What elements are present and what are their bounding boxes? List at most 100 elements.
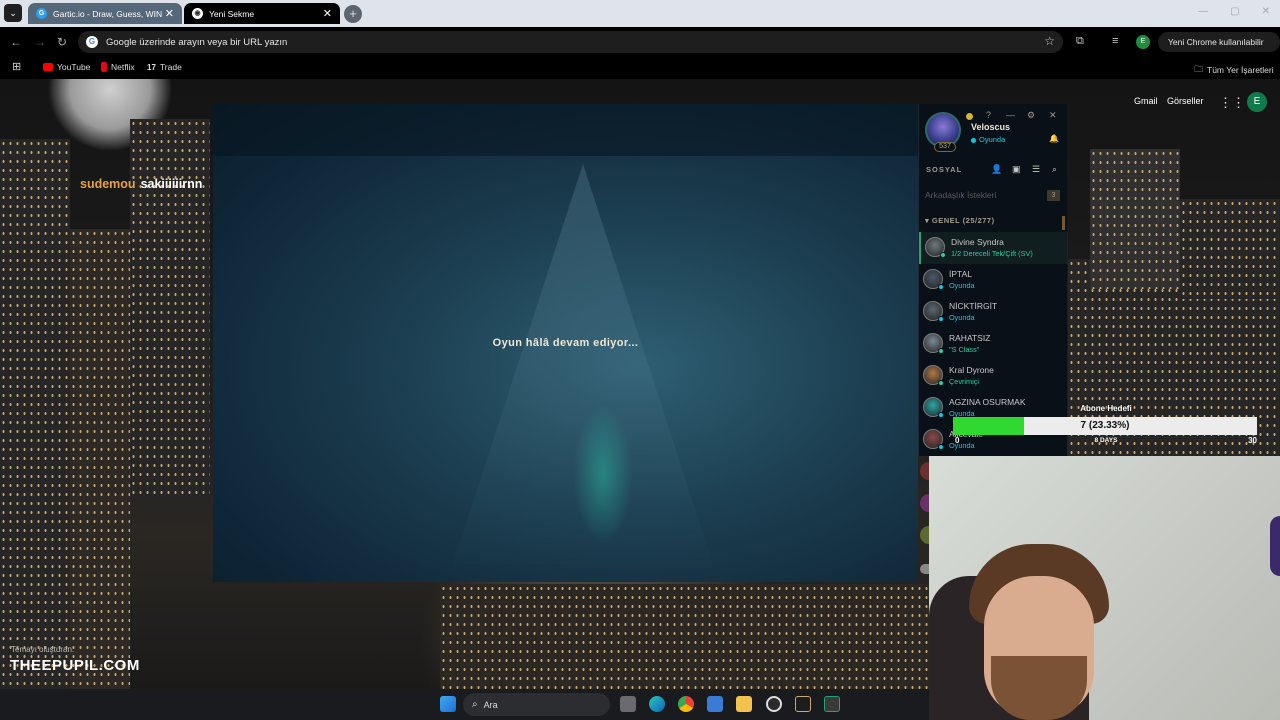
friend-row[interactable]: Divine Syndra 1/2 Dereceli Tek/Çift (SV) <box>919 232 1068 264</box>
friend-status-dot-icon <box>938 316 944 322</box>
friend-status: 1/2 Dereceli Tek/Çift (SV) <box>951 249 1033 258</box>
friend-status-dot-icon <box>938 412 944 418</box>
friend-row[interactable]: NİCKTİRGİT Oyunda <box>919 296 1068 328</box>
tab-new-tab[interactable]: ◉ Yeni Sekme ✕ <box>184 3 340 24</box>
maximize-icon[interactable]: ▢ <box>1230 6 1239 17</box>
summoner-name: Veloscus <box>971 122 1011 132</box>
address-bar[interactable]: G Google üzerinde arayın veya bir URL ya… <box>78 31 1063 53</box>
building <box>1090 149 1180 289</box>
extensions-icon[interactable]: ⧉ <box>1076 35 1084 48</box>
search-icon: ⌕ <box>472 699 478 710</box>
friend-name: RAHATSIZ <box>949 333 991 343</box>
friend-name: NİCKTİRGİT <box>949 301 998 311</box>
add-friend-icon[interactable]: 👤 <box>991 164 1002 175</box>
all-bookmarks[interactable]: 🗀 Tüm Yer İşaretleri <box>1194 62 1274 78</box>
update-chrome-label: Yeni Chrome kullanılabilir <box>1168 37 1264 47</box>
friend-status: Çevrimiçi <box>949 377 979 386</box>
stream-chat-message: sudemou sakiiiiiirnn <box>80 177 202 191</box>
scrollbar[interactable] <box>1062 216 1065 230</box>
tab-title: Yeni Sekme <box>209 8 255 19</box>
reload-icon[interactable]: ↻ <box>57 35 67 49</box>
friend-status: "S Class" <box>949 345 980 354</box>
close-window-icon[interactable]: ✕ <box>1262 6 1270 17</box>
tab-strip: ⌄ G Gartic.io - Draw, Guess, WIN ✕ ◉ Yen… <box>0 0 1280 27</box>
bookmark-star-icon[interactable]: ☆ <box>1044 34 1055 48</box>
add-folder-icon[interactable]: ▣ <box>1012 164 1021 175</box>
list-view-icon[interactable]: ☰ <box>1032 164 1040 175</box>
game-in-progress-text: Oyun hâlâ devam ediyor... <box>492 337 639 349</box>
bookmark-label: Trade <box>159 62 182 72</box>
obs-icon[interactable] <box>766 696 782 712</box>
building <box>0 139 70 689</box>
goal-days-label: 8 DAYS <box>1094 437 1118 444</box>
folder-icon: 🗀 <box>1194 64 1204 74</box>
gmail-link[interactable]: Gmail <box>1134 96 1158 106</box>
friend-name: Divine Syndra <box>951 237 1004 247</box>
edge-icon[interactable] <box>649 696 665 712</box>
subscriber-goal-widget: Abone Hedefi 7 (23.33%) 0 8 DAYS 30 <box>953 404 1259 448</box>
back-icon[interactable]: ← <box>10 35 22 49</box>
building <box>70 229 130 689</box>
theme-credit-label: Temayı oluşturan: <box>11 645 75 654</box>
bookmark-trade[interactable]: 17 Trade <box>147 62 182 72</box>
friend-row[interactable]: Kral Dyrone Çevrimiçi <box>919 360 1068 392</box>
gartic-favicon-icon: G <box>36 8 47 19</box>
league-icon[interactable] <box>795 696 811 712</box>
bell-icon[interactable]: 🔔 <box>1049 134 1059 143</box>
notification-dot-icon <box>966 113 973 120</box>
all-bookmarks-label: Tüm Yer İşaretleri <box>1207 65 1274 75</box>
profile-avatar[interactable]: E <box>1136 35 1150 49</box>
tab-title: Gartic.io - Draw, Guess, WIN <box>53 8 163 19</box>
taskbar-search[interactable]: ⌕ Ara <box>463 693 610 716</box>
help-icon[interactable]: ? <box>986 110 991 120</box>
media-icon[interactable]: ≡ <box>1112 35 1118 47</box>
riot-client-icon[interactable] <box>824 696 840 712</box>
bookmark-youtube[interactable]: YouTube <box>43 62 90 72</box>
game-client-window: Oyun hâlâ devam ediyor... <box>213 104 918 582</box>
summoner-level: 537 <box>934 142 956 152</box>
search-icon[interactable]: ⌕ <box>1052 164 1057 175</box>
youtube-icon <box>43 63 53 71</box>
taskbar-search-label: Ara <box>483 699 498 710</box>
building <box>130 119 210 499</box>
windows-start-icon[interactable] <box>440 696 456 712</box>
settings-gear-icon[interactable]: ⚙ <box>1027 110 1035 121</box>
close-client-icon[interactable]: ✕ <box>1049 110 1057 121</box>
forward-icon[interactable]: → <box>34 35 46 49</box>
friend-requests-label[interactable]: Arkadaşlık İstekleri <box>925 190 996 200</box>
apps-grid-icon[interactable]: ⊞ <box>12 60 21 73</box>
google-apps-icon[interactable]: ⋮⋮ <box>1219 95 1245 111</box>
friend-status-dot-icon <box>938 348 944 354</box>
file-explorer-icon[interactable] <box>736 696 752 712</box>
close-tab-icon[interactable]: ✕ <box>323 7 332 20</box>
chrome-icon[interactable] <box>678 696 694 712</box>
friend-status-dot-icon <box>938 284 944 290</box>
background-glow <box>573 404 633 544</box>
mail-icon[interactable] <box>707 696 723 712</box>
friend-status-dot-icon <box>938 444 944 450</box>
window-controls: — ▢ ✕ <box>1198 6 1270 17</box>
theme-credit-name[interactable]: THEEPUPIL.COM <box>10 657 140 674</box>
building <box>440 584 930 689</box>
bookmark-netflix[interactable]: Netflix <box>101 62 135 72</box>
chat-username: sudemou <box>80 177 136 191</box>
friend-group-header[interactable]: ▾ GENEL (25/277) <box>925 216 995 225</box>
minimize-icon[interactable]: — <box>1198 6 1208 17</box>
minimize-client-icon[interactable]: — <box>1006 110 1015 120</box>
task-view-icon[interactable] <box>620 696 636 712</box>
tab-gartic[interactable]: G Gartic.io - Draw, Guess, WIN ✕ <box>28 3 182 24</box>
close-tab-icon[interactable]: ✕ <box>165 7 174 20</box>
friend-status: Oyunda <box>949 281 975 290</box>
webcam-feed <box>929 456 1280 720</box>
google-icon: G <box>86 36 98 48</box>
friend-name: İPTAL <box>949 269 972 279</box>
new-tab-button[interactable]: + <box>344 5 362 23</box>
tab-search-icon[interactable]: ⌄ <box>4 4 22 22</box>
images-link[interactable]: Görseller <box>1167 96 1204 106</box>
update-chrome-button[interactable]: Yeni Chrome kullanılabilir ⋮ <box>1158 32 1280 67</box>
screen: ⌄ G Gartic.io - Draw, Guess, WIN ✕ ◉ Yen… <box>0 0 1280 720</box>
google-account-avatar[interactable]: E <box>1247 92 1267 112</box>
goal-progress-bar: 7 (23.33%) <box>953 417 1257 435</box>
friend-row[interactable]: RAHATSIZ "S Class" <box>919 328 1068 360</box>
friend-row[interactable]: İPTAL Oyunda <box>919 264 1068 296</box>
